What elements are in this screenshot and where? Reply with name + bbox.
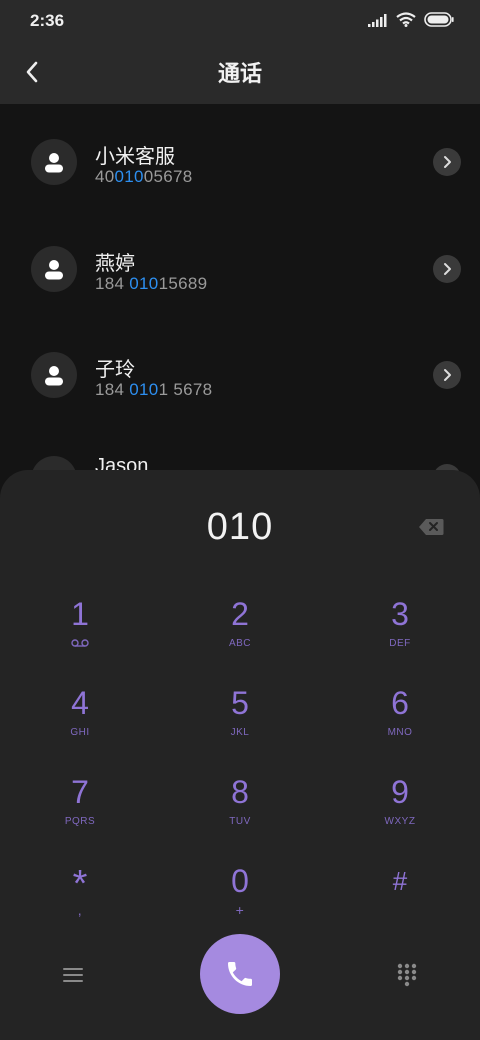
contact-row[interactable]: 小米客服 4001005678 — [0, 108, 480, 208]
contact-name: 燕婷 — [95, 253, 135, 275]
wifi-icon — [396, 12, 416, 27]
avatar — [31, 246, 77, 292]
contact-row[interactable]: 子玲 184 0101 5678 — [0, 321, 480, 421]
key-letters — [71, 636, 89, 650]
number-match: 010 — [129, 274, 159, 293]
signal-icon — [368, 13, 387, 27]
number-suffix: 15689 — [158, 274, 208, 293]
avatar — [31, 352, 77, 398]
key-digit: 2 — [231, 596, 249, 632]
chevron-right-icon — [444, 369, 451, 381]
person-icon — [45, 366, 63, 386]
key-digit: 6 — [391, 685, 409, 721]
key-digit: 1 — [71, 596, 89, 632]
page-title: 通话 — [217, 61, 262, 86]
key-1[interactable]: 1 — [20, 596, 140, 676]
key-letters: TUV — [229, 815, 251, 827]
avatar — [31, 139, 77, 185]
key-digit: 0 — [231, 863, 249, 899]
key-6[interactable]: 6 MNO — [340, 685, 460, 765]
chevron-right-icon — [444, 156, 451, 168]
contact-number: 184 01015689 — [95, 274, 207, 294]
key-letters: DEF — [389, 637, 411, 649]
key-digit: 4 — [71, 685, 89, 721]
dialpad-toggle-button[interactable] — [392, 960, 422, 990]
key-0[interactable]: 0 + — [180, 863, 300, 943]
status-icons — [368, 12, 454, 27]
status-time: 2:36 — [30, 11, 65, 30]
phone-icon — [228, 962, 252, 986]
backspace-button[interactable] — [416, 516, 446, 538]
key-letters: WXYZ — [384, 815, 416, 827]
key-hash[interactable]: # — [340, 863, 460, 943]
key-letters: JKL — [230, 726, 250, 738]
header: 通话 — [0, 40, 480, 104]
dialpad-icon — [397, 963, 417, 987]
battery-icon — [424, 12, 454, 27]
contact-number: 4001005678 — [95, 167, 193, 187]
key-digit: 9 — [391, 774, 409, 810]
status-bar: 2:36 — [0, 0, 480, 40]
key-9[interactable]: 9 WXYZ — [340, 774, 460, 854]
contact-name: 小米客服 — [95, 146, 175, 168]
key-digit: 3 — [391, 596, 409, 632]
key-letters: ABC — [228, 637, 252, 649]
person-icon — [45, 260, 63, 280]
contact-detail-button[interactable] — [433, 361, 461, 389]
key-letters: PQRS — [64, 815, 96, 827]
key-digit: # — [392, 866, 408, 896]
number-prefix: 40 — [95, 167, 115, 186]
key-letters: + — [235, 902, 245, 918]
number-match: 010 — [114, 167, 144, 186]
key-7[interactable]: 7 PQRS — [20, 774, 140, 854]
number-suffix: 05678 — [143, 167, 193, 186]
key-8[interactable]: 8 TUV — [180, 774, 300, 854]
number-prefix: 184 — [95, 380, 130, 399]
contact-detail-button[interactable] — [433, 255, 461, 283]
key-5[interactable]: 5 JKL — [180, 685, 300, 765]
key-digit: * — [72, 863, 88, 905]
menu-icon — [63, 968, 83, 982]
number-match: 010 — [129, 380, 159, 399]
key-letters: MNO — [387, 726, 413, 738]
contact-detail-button[interactable] — [433, 148, 461, 176]
contact-row[interactable]: 燕婷 184 01015689 — [0, 215, 480, 315]
contact-number: 184 0101 5678 — [95, 380, 212, 400]
key-letters: GHI — [70, 726, 90, 738]
voicemail-icon — [71, 639, 89, 647]
key-digit: 7 — [71, 774, 89, 810]
key-2[interactable]: 2 ABC — [180, 596, 300, 676]
contact-row[interactable]: Jason — [0, 427, 480, 474]
contact-name: 子玲 — [95, 359, 135, 381]
chevron-right-icon — [444, 263, 451, 275]
person-icon — [45, 153, 63, 173]
call-button[interactable] — [200, 934, 280, 1014]
contact-list: 小米客服 4001005678 燕婷 184 01015689 子玲 184 0… — [0, 104, 480, 474]
key-3[interactable]: 3 DEF — [340, 596, 460, 676]
number-suffix: 1 5678 — [158, 380, 213, 399]
key-letters: , — [77, 902, 83, 918]
key-star[interactable]: * , — [20, 863, 140, 943]
dialed-number-display[interactable]: 010 — [0, 506, 480, 549]
backspace-icon — [419, 519, 444, 535]
menu-button[interactable] — [58, 960, 88, 990]
key-digit: 8 — [231, 774, 249, 810]
key-digit: 5 — [231, 685, 249, 721]
dialpad: 010 1 2 ABC 3 DEF 4 GHI 5 JKL 6 MNO 7 PQ… — [0, 470, 480, 1040]
key-4[interactable]: 4 GHI — [20, 685, 140, 765]
number-prefix: 184 — [95, 274, 130, 293]
